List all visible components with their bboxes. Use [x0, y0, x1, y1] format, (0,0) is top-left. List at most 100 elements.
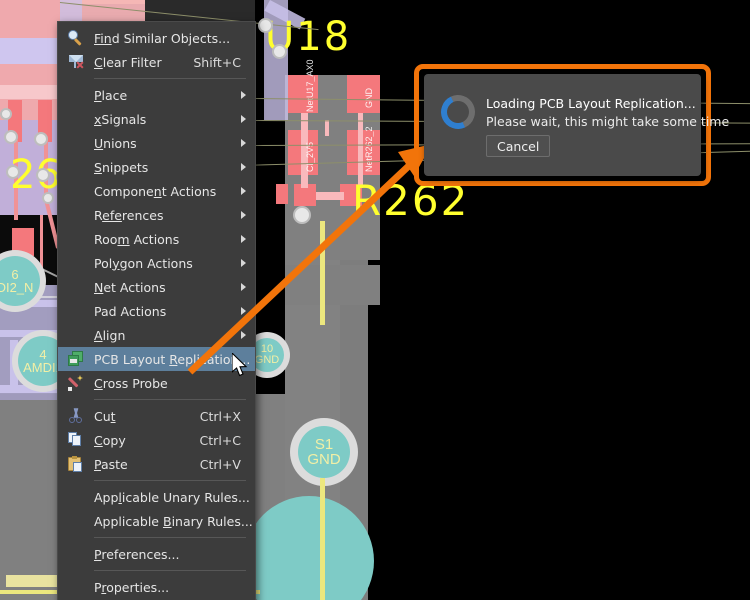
magnifier-icon [58, 26, 94, 50]
pad[interactable] [276, 184, 288, 204]
menu-item-label: Paste [94, 456, 128, 472]
menu-item-room-actions[interactable]: Room Actions [58, 227, 255, 251]
paste-icon [58, 452, 94, 476]
menu-item-icon-empty [58, 542, 94, 566]
dialog-title: Loading PCB Layout Replication... [486, 96, 696, 111]
via[interactable] [0, 108, 12, 120]
pad[interactable] [316, 192, 344, 200]
menu-item-label: Room Actions [94, 231, 180, 247]
menu-item-cut[interactable]: Cut Ctrl+X [58, 404, 255, 428]
component-body-lower[interactable] [285, 265, 380, 305]
mouse-pointer [232, 353, 248, 377]
chevron-right-icon [241, 307, 246, 315]
menu-item-cross-probe[interactable]: Cross Probe [58, 371, 255, 395]
menu-item-icon-empty [58, 203, 94, 227]
via[interactable] [272, 44, 287, 59]
pad-label-netu17ax0: NetU17_AX0 [305, 59, 315, 112]
menu-item-label: Align [94, 327, 126, 343]
via[interactable] [6, 165, 20, 179]
menu-item-properties[interactable]: Properties... [58, 575, 255, 599]
menu-item-find-similar-objects[interactable]: Find Similar Objects... [58, 26, 255, 50]
menu-item-icon-empty [58, 227, 94, 251]
menu-item-clear-filter[interactable]: Clear Filter Shift+C [58, 50, 255, 74]
via[interactable] [258, 18, 273, 33]
menu-item-icon-empty [58, 509, 94, 533]
menu-item-shortcut: Ctrl+C [199, 432, 241, 448]
menu-item-applicable-binary-rules[interactable]: Applicable Binary Rules... [58, 509, 255, 533]
menu-item-label: Applicable Binary Rules... [94, 513, 253, 529]
via-label-line2: DI2_N [0, 280, 34, 295]
menu-item-copy[interactable]: Copy Ctrl+C [58, 428, 255, 452]
menu-item-paste[interactable]: Paste Ctrl+V [58, 452, 255, 476]
via[interactable] [36, 168, 50, 182]
menu-item-align[interactable]: Align [58, 323, 255, 347]
menu-separator [94, 78, 246, 79]
menu-item-icon-empty [58, 299, 94, 323]
menu-item-pad-actions[interactable]: Pad Actions [58, 299, 255, 323]
menu-item-pcb-layout-replication[interactable]: PCB Layout Replication... [58, 347, 255, 371]
menu-separator [94, 399, 246, 400]
copy-icon [58, 428, 94, 452]
menu-item-label: Snippets [94, 159, 149, 175]
menu-item-icon-empty [58, 323, 94, 347]
chevron-right-icon [241, 259, 246, 267]
screen: 261 U18 R262 NetU17_AX0 GND CI_2V5 NetR2… [0, 0, 750, 600]
menu-item-label: Clear Filter [94, 54, 162, 70]
menu-item-icon-empty [58, 251, 94, 275]
menu-item-references[interactable]: References [58, 203, 255, 227]
chevron-right-icon [241, 163, 246, 171]
loading-spinner-icon [436, 90, 480, 134]
chevron-right-icon [241, 139, 246, 147]
pad-label-gnd: GND [364, 88, 374, 108]
trace-yellow [320, 221, 325, 325]
menu-item-icon-empty [58, 575, 94, 599]
via-label-line2: GND [307, 451, 341, 468]
via[interactable] [4, 130, 18, 144]
menu-item-label: Place [94, 87, 128, 103]
menu-item-label: Preferences... [94, 546, 180, 562]
menu-item-label: PCB Layout Replication... [94, 351, 251, 367]
via-s1-gnd[interactable]: S1 GND [298, 426, 350, 478]
menu-item-icon-empty [58, 179, 94, 203]
menu-item-icon-empty [58, 155, 94, 179]
via-label-line2: GND [254, 354, 280, 366]
cross-probe-icon [58, 371, 94, 395]
menu-item-label: Find Similar Objects... [94, 30, 231, 46]
pcb-layout-replication-icon [58, 347, 94, 371]
menu-item-unions[interactable]: Unions [58, 131, 255, 155]
chevron-right-icon [241, 283, 246, 291]
via[interactable] [42, 192, 54, 204]
cancel-button[interactable]: Cancel [486, 135, 551, 157]
menu-item-icon-empty [58, 131, 94, 155]
menu-item-component-actions[interactable]: Component Actions [58, 179, 255, 203]
menu-separator [94, 570, 246, 571]
menu-separator [94, 537, 246, 538]
menu-item-icon-empty [58, 107, 94, 131]
via[interactable] [293, 206, 311, 224]
menu-item-polygon-actions[interactable]: Polygon Actions [58, 251, 255, 275]
chevron-right-icon [241, 115, 246, 123]
menu-item-label: Copy [94, 432, 126, 448]
menu-item-xsignals[interactable]: xSignals [58, 107, 255, 131]
menu-item-label: Cut [94, 408, 116, 424]
menu-item-net-actions[interactable]: Net Actions [58, 275, 255, 299]
menu-item-label: Component Actions [94, 183, 217, 199]
chevron-right-icon [241, 187, 246, 195]
menu-separator [94, 480, 246, 481]
loading-pcb-layout-replication-dialog: Loading PCB Layout Replication... Please… [424, 74, 729, 176]
menu-item-label: Net Actions [94, 279, 166, 295]
menu-item-label: Unions [94, 135, 137, 151]
menu-item-place[interactable]: Place [58, 83, 255, 107]
via-label-line1: S1 [314, 436, 334, 453]
menu-item-icon-empty [58, 275, 94, 299]
menu-item-label: Cross Probe [94, 375, 168, 391]
menu-item-label: Polygon Actions [94, 255, 193, 271]
pad-label-ci2v5: CI_2V5 [305, 141, 315, 172]
pcb-context-menu[interactable]: Find Similar Objects... Clear Filter Shi… [57, 21, 256, 600]
menu-item-applicable-unary-rules[interactable]: Applicable Unary Rules... [58, 485, 255, 509]
via[interactable] [34, 132, 48, 146]
trace-yellow [320, 478, 325, 600]
menu-item-label: References [94, 207, 164, 223]
menu-item-preferences[interactable]: Preferences... [58, 542, 255, 566]
menu-item-snippets[interactable]: Snippets [58, 155, 255, 179]
